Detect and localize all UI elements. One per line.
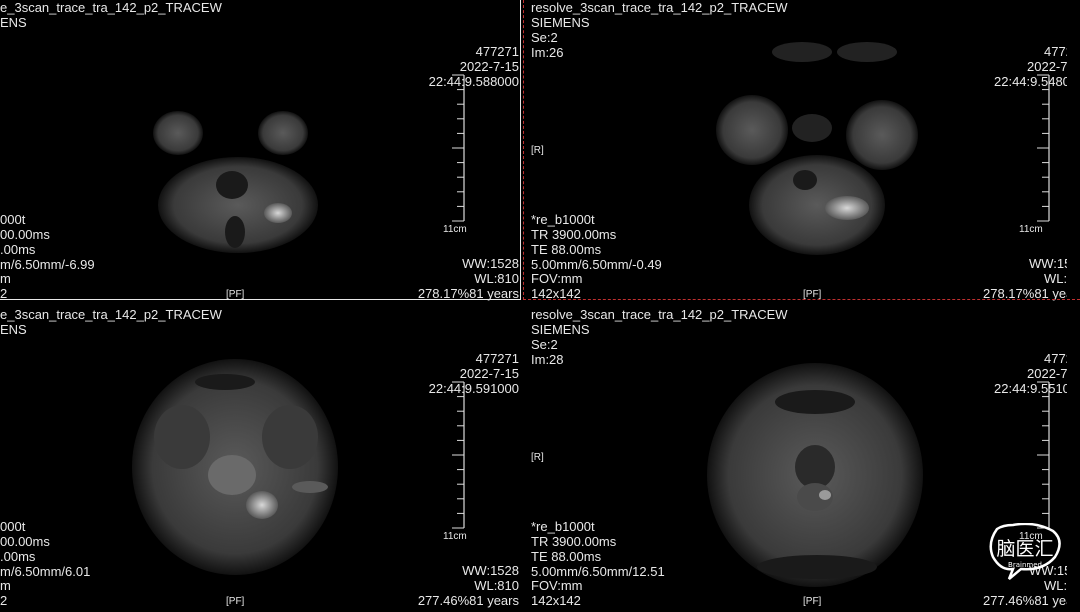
b-value: *re_b1000t: [531, 212, 595, 227]
fov-value: m: [0, 578, 11, 593]
window-level: WL:8: [1044, 271, 1067, 286]
tr-value: 00.00ms: [0, 534, 50, 549]
te-value: .00ms: [0, 549, 36, 564]
window-width: WW:152: [1029, 256, 1067, 271]
zoom-age: 277.46%81 years: [983, 593, 1067, 608]
slice-info: m/6.50mm/-6.99: [0, 257, 95, 272]
scale-ruler: [452, 381, 465, 529]
fov-value: m: [0, 271, 11, 286]
viewport-divider-horizontal: [523, 299, 1080, 300]
scale-ruler: [1037, 381, 1050, 529]
watermark-text: 脑医汇: [996, 538, 1053, 560]
matrix-value: 2: [0, 286, 8, 301]
series-description: resolve_3scan_trace_tra_142_p2_TRACEW: [531, 307, 788, 322]
manufacturer: ENS: [0, 322, 27, 337]
orientation-bottom: [PF]: [803, 596, 822, 607]
study-date: 2022-7-15: [459, 59, 519, 74]
series-description: e_3scan_trace_tra_142_p2_TRACEW: [0, 0, 222, 15]
patient-id: 4772: [1044, 351, 1067, 366]
scale-ruler: [452, 74, 465, 222]
viewport-top-right[interactable]: resolve_3scan_trace_tra_142_p2_TRACEW SI…: [527, 0, 1067, 305]
image-number: Im:28: [531, 352, 564, 367]
study-time: 22:44:9.54800: [994, 74, 1067, 89]
b-value: 000t: [0, 519, 26, 534]
tr-value: 00.00ms: [0, 227, 50, 242]
scale-ruler: [1037, 74, 1050, 222]
te-value: TE 88.00ms: [531, 242, 602, 257]
study-date: 2022-7-: [1027, 366, 1067, 381]
viewport-top-left[interactable]: e_3scan_trace_tra_142_p2_TRACEW ENS 4772…: [0, 0, 540, 305]
matrix-value: 142x142: [531, 593, 581, 608]
b-value: *re_b1000t: [531, 519, 595, 534]
tr-value: TR 3900.00ms: [531, 227, 617, 242]
slice-info: 5.00mm/6.50mm/-0.49: [531, 257, 662, 272]
matrix-value: 2: [0, 593, 8, 608]
zoom-age: 277.46%81 years: [417, 593, 519, 608]
viewport-bottom-left[interactable]: e_3scan_trace_tra_142_p2_TRACEW ENS 4772…: [0, 307, 540, 612]
image-number: Im:26: [531, 45, 564, 60]
study-time: 22:44:9.591000: [428, 381, 519, 396]
zoom-age: 278.17%81 years: [417, 286, 519, 301]
viewport-divider-vertical: [523, 0, 524, 300]
fov-value: FOV:mm: [531, 271, 583, 286]
study-time: 22:44:9.5510: [994, 381, 1067, 396]
patient-id: 477271: [475, 44, 519, 59]
series-number: Se:2: [531, 30, 558, 45]
patient-id: 477271: [475, 351, 519, 366]
ruler-label: 11cm: [1019, 224, 1043, 235]
te-value: .00ms: [0, 242, 36, 257]
tr-value: TR 3900.00ms: [531, 534, 617, 549]
brainmed-watermark-logo: 脑医汇 Brainmed: [989, 523, 1061, 580]
window-level: WL:810: [474, 578, 519, 593]
b-value: 000t: [0, 212, 26, 227]
study-time: 22:44:9.588000: [428, 74, 519, 89]
manufacturer: ENS: [0, 15, 27, 30]
ruler-label: 11cm: [443, 224, 467, 235]
fov-value: FOV:mm: [531, 578, 583, 593]
series-number: Se:2: [531, 337, 558, 352]
patient-id: 47727: [1044, 44, 1067, 59]
manufacturer: SIEMENS: [531, 322, 590, 337]
orientation-left: [R]: [531, 145, 544, 156]
series-description: e_3scan_trace_tra_142_p2_TRACEW: [0, 307, 222, 322]
window-width: WW:1528: [462, 563, 519, 578]
orientation-left: [R]: [531, 452, 544, 463]
window-width: WW:1528: [462, 256, 519, 271]
orientation-bottom: [PF]: [226, 289, 245, 300]
slice-info: m/6.50mm/6.01: [0, 564, 91, 579]
series-description: resolve_3scan_trace_tra_142_p2_TRACEW: [531, 0, 788, 15]
study-date: 2022-7-15: [459, 366, 519, 381]
ruler-label: 11cm: [443, 531, 467, 542]
watermark-sub: Brainmed: [1008, 561, 1042, 569]
study-date: 2022-7-1: [1027, 59, 1067, 74]
slice-info: 5.00mm/6.50mm/12.51: [531, 564, 665, 579]
te-value: TE 88.00ms: [531, 549, 602, 564]
orientation-bottom: [PF]: [226, 596, 245, 607]
window-level: WL:810: [474, 271, 519, 286]
manufacturer: SIEMENS: [531, 15, 590, 30]
